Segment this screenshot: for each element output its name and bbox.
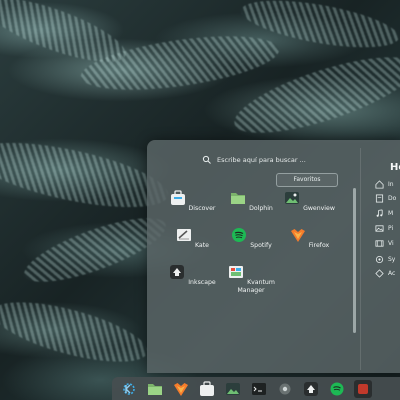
app-spotify[interactable]: Spotify bbox=[223, 226, 279, 250]
folder-icon bbox=[148, 383, 162, 395]
spotify-icon bbox=[232, 228, 247, 242]
search-icon bbox=[202, 155, 211, 164]
taskbar-terminal[interactable] bbox=[250, 380, 268, 398]
app-label: Kvantum Manager bbox=[237, 279, 275, 294]
app-kvantum-manager[interactable]: Kvantum Manager bbox=[223, 263, 279, 294]
home-icon bbox=[375, 179, 384, 189]
search-placeholder: Escribe aquí para buscar ... bbox=[217, 156, 306, 164]
taskbar-dolphin[interactable] bbox=[146, 380, 164, 398]
sidebar-item-pictures[interactable]: Pi bbox=[375, 222, 400, 234]
scrollbar[interactable] bbox=[353, 188, 356, 333]
text-editor-icon bbox=[177, 229, 192, 241]
sidebar-item-home[interactable]: In bbox=[375, 178, 400, 190]
app-label: Kate bbox=[194, 242, 209, 249]
taskbar-inkscape[interactable] bbox=[302, 380, 320, 398]
music-icon bbox=[376, 208, 383, 217]
inkscape-icon bbox=[304, 381, 318, 396]
tab-favorites[interactable]: Favoritos bbox=[276, 173, 338, 187]
taskbar-app[interactable] bbox=[354, 379, 372, 398]
sidebar-item-label: Ac bbox=[388, 269, 396, 277]
app-dolphin[interactable]: Dolphin bbox=[223, 189, 279, 213]
sidebar-title: Ho bbox=[390, 162, 400, 173]
settings-icon bbox=[279, 383, 291, 394]
app-label: Spotify bbox=[250, 242, 272, 249]
taskbar bbox=[112, 377, 400, 400]
sidebar-item-label: M bbox=[388, 209, 394, 217]
sidebar-item-documents[interactable]: Do bbox=[375, 192, 400, 204]
folder-icon bbox=[231, 193, 246, 204]
image-viewer-icon bbox=[285, 192, 300, 204]
discover-icon bbox=[200, 380, 214, 396]
kvantum-icon bbox=[229, 266, 244, 278]
app-label: Gwenview bbox=[303, 205, 335, 212]
sidebar-item-label: Do bbox=[388, 194, 397, 202]
app-discover[interactable]: Discover bbox=[164, 189, 220, 213]
kde-launcher-button[interactable] bbox=[120, 380, 138, 398]
app-label: Firefox bbox=[308, 242, 330, 249]
sidebar-item-videos[interactable]: Vi bbox=[375, 237, 400, 249]
accessories-icon bbox=[375, 268, 384, 278]
app-kate[interactable]: Kate bbox=[164, 226, 220, 250]
taskbar-firefox[interactable] bbox=[172, 380, 190, 398]
sidebar-item-label: Pi bbox=[388, 224, 394, 232]
app-label: Inkscape bbox=[188, 279, 216, 286]
app-launcher-panel: Escribe aquí para buscar ... Favoritos D… bbox=[147, 140, 400, 373]
image-viewer-icon bbox=[226, 382, 240, 395]
app-firefox[interactable]: Firefox bbox=[281, 226, 337, 250]
taskbar-gwenview[interactable] bbox=[224, 380, 242, 398]
spotify-icon bbox=[330, 382, 344, 395]
sidebar-item-music[interactable]: M bbox=[375, 207, 400, 219]
app-gwenview[interactable]: Gwenview bbox=[281, 189, 337, 213]
videos-icon bbox=[375, 239, 384, 247]
app-inkscape[interactable]: Inkscape bbox=[164, 263, 220, 287]
taskbar-discover[interactable] bbox=[198, 380, 216, 398]
rope-texture bbox=[0, 290, 153, 374]
firefox-icon bbox=[174, 382, 188, 396]
sidebar-item-accessories[interactable]: Ac bbox=[375, 267, 400, 279]
taskbar-spotify[interactable] bbox=[328, 380, 346, 398]
inkscape-icon bbox=[170, 265, 185, 279]
discover-icon bbox=[170, 190, 185, 205]
sidebar-item-label: Sy bbox=[388, 255, 396, 263]
sidebar-item-system[interactable]: Sy bbox=[375, 253, 400, 265]
firefox-icon bbox=[290, 229, 305, 242]
sidebar-item-label: Vi bbox=[388, 239, 394, 247]
pictures-icon bbox=[375, 224, 384, 232]
app-label: Dolphin bbox=[249, 205, 273, 212]
taskbar-settings[interactable] bbox=[276, 380, 294, 398]
documents-icon bbox=[375, 193, 384, 203]
panel-divider bbox=[360, 148, 361, 370]
system-icon bbox=[375, 255, 384, 263]
terminal-icon bbox=[252, 382, 266, 395]
app-label: Discover bbox=[188, 205, 216, 212]
app-icon bbox=[358, 383, 368, 394]
search-field[interactable]: Escribe aquí para buscar ... bbox=[202, 152, 362, 168]
sidebar-item-label: In bbox=[388, 180, 394, 188]
kde-launcher-icon bbox=[123, 382, 135, 395]
